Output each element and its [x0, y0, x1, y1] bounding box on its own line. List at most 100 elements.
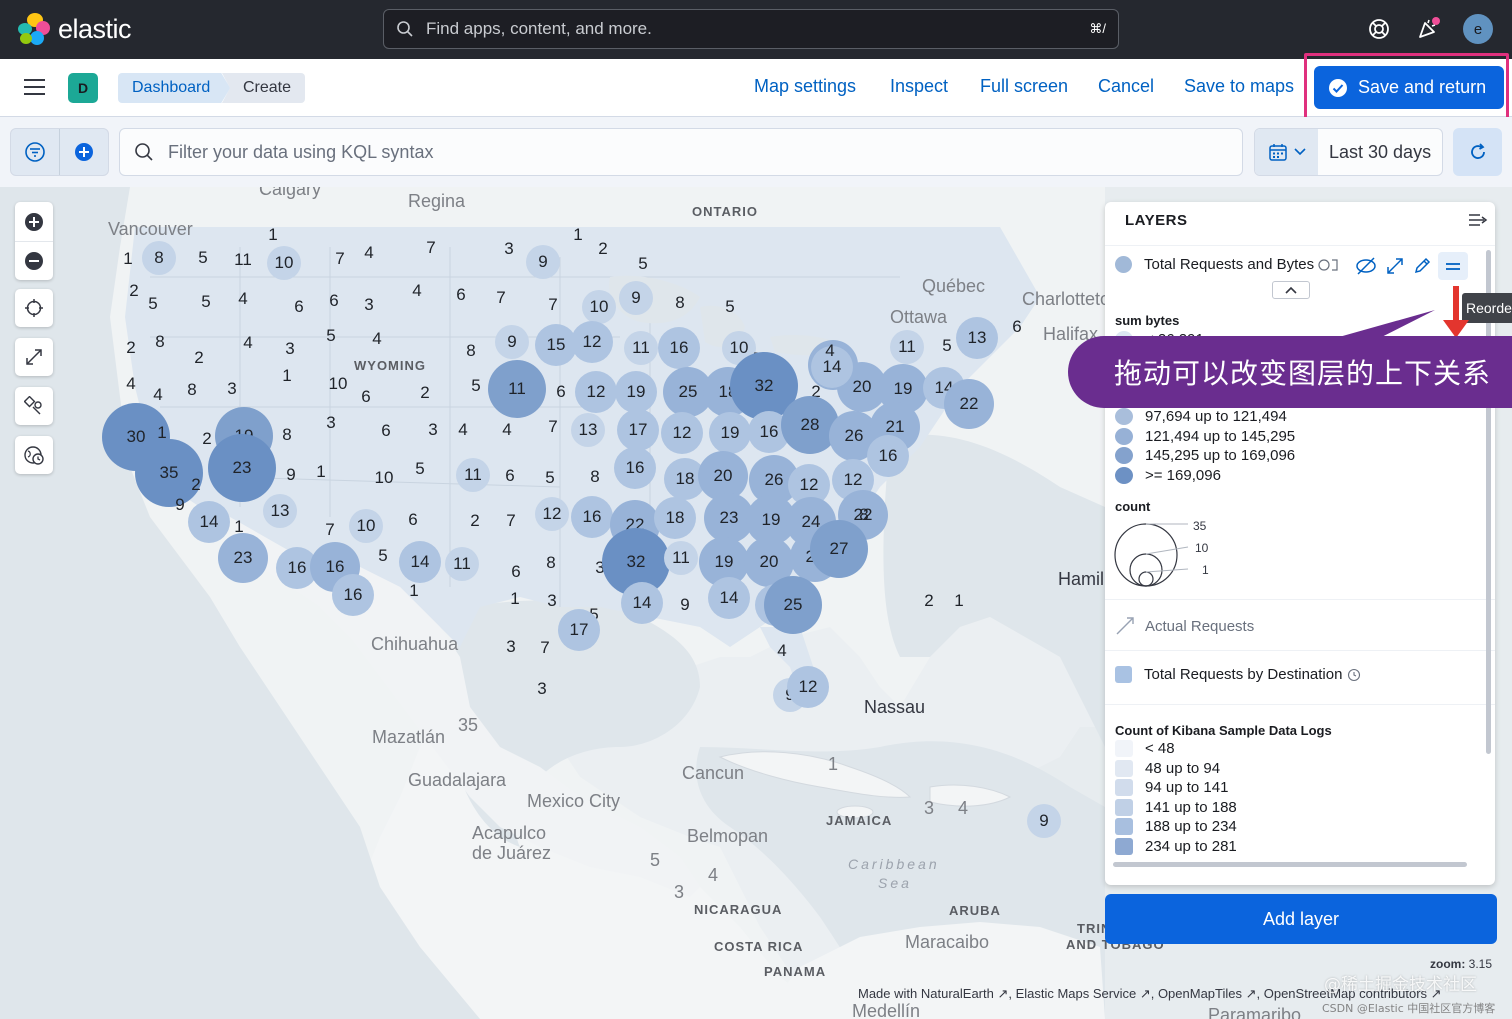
cluster-marker[interactable]: 5	[407, 456, 433, 482]
cluster-marker[interactable]: 8	[142, 241, 176, 275]
cluster-marker[interactable]: 6	[497, 463, 523, 489]
set-view-button[interactable]	[15, 289, 53, 327]
horizontal-scrollbar[interactable]	[1113, 862, 1467, 867]
cluster-marker[interactable]: 3	[219, 376, 245, 402]
cluster-marker[interactable]: 5	[630, 251, 656, 277]
inspect-link[interactable]: Inspect	[890, 76, 948, 97]
cluster-marker[interactable]: 9	[278, 462, 304, 488]
cluster-marker[interactable]: 6	[548, 379, 574, 405]
zoom-out-button[interactable]	[15, 241, 53, 280]
edit-layer-icon[interactable]	[1413, 257, 1433, 275]
cluster-marker[interactable]: 14	[708, 577, 750, 619]
cluster-marker[interactable]: 10	[349, 509, 383, 543]
cluster-marker[interactable]: 12	[535, 497, 569, 531]
cluster-marker[interactable]: 12	[575, 371, 617, 413]
cluster-marker[interactable]: 11	[664, 541, 698, 575]
cluster-marker[interactable]: 4	[494, 417, 520, 443]
cluster-marker[interactable]: 8	[147, 329, 173, 355]
cluster-marker[interactable]: 8	[538, 550, 564, 576]
cluster-marker[interactable]: 5	[537, 465, 563, 491]
cluster-marker[interactable]: 11	[456, 458, 490, 492]
elastic-logo[interactable]: elastic	[18, 13, 132, 45]
cluster-marker[interactable]: 8	[274, 422, 300, 448]
cluster-marker[interactable]: 3	[529, 676, 555, 702]
cluster-marker[interactable]: 6	[286, 294, 312, 320]
cluster-marker[interactable]: 1	[260, 222, 286, 248]
cluster-marker[interactable]: 3	[318, 410, 344, 436]
cluster-marker[interactable]: 17	[617, 409, 659, 451]
menu-icon[interactable]	[24, 79, 45, 95]
cluster-marker[interactable]: 3	[498, 634, 524, 660]
cluster-marker[interactable]: 6	[321, 288, 347, 314]
cancel-link[interactable]: Cancel	[1098, 76, 1154, 97]
cluster-marker[interactable]: 6	[353, 384, 379, 410]
cluster-marker[interactable]: 13	[571, 413, 605, 447]
cluster-marker[interactable]: 3	[420, 417, 446, 443]
cluster-marker[interactable]: 8	[667, 290, 693, 316]
cluster-marker[interactable]: 2	[462, 508, 488, 534]
full-screen-link[interactable]: Full screen	[980, 76, 1068, 97]
full-extent-button[interactable]	[15, 338, 53, 376]
cluster-marker[interactable]: 5	[717, 294, 743, 320]
save-to-maps-link[interactable]: Save to maps	[1184, 76, 1294, 97]
cluster-marker[interactable]: 9	[672, 592, 698, 618]
cluster-marker[interactable]: 13	[956, 317, 998, 359]
cluster-marker[interactable]: 7	[540, 292, 566, 318]
cluster-marker[interactable]: 16	[867, 435, 909, 477]
quick-menu-button[interactable]	[1255, 129, 1318, 175]
cluster-marker[interactable]: 6	[1004, 314, 1030, 340]
cluster-marker[interactable]: 19	[709, 412, 751, 454]
cluster-marker[interactable]: 4	[235, 330, 261, 356]
cluster-marker[interactable]: 23	[208, 434, 276, 502]
breadcrumb-dashboard[interactable]: Dashboard	[118, 73, 231, 103]
cluster-marker[interactable]: 6	[448, 282, 474, 308]
cluster-marker[interactable]: 1	[946, 588, 972, 614]
cluster-marker[interactable]: 6	[373, 418, 399, 444]
news-feed-icon[interactable]	[1413, 14, 1443, 44]
cluster-marker[interactable]: 9	[1027, 804, 1061, 838]
cluster-marker[interactable]: 1	[401, 578, 427, 604]
cluster-marker[interactable]: 1	[274, 363, 300, 389]
vertical-scrollbar[interactable]	[1486, 250, 1491, 754]
layer-actual-requests[interactable]: Actual Requests	[1115, 616, 1254, 636]
cluster-marker[interactable]: 16	[571, 496, 613, 538]
cluster-marker[interactable]: 10	[267, 246, 301, 280]
cluster-marker[interactable]: 10	[582, 290, 616, 324]
cluster-marker[interactable]: 8	[582, 464, 608, 490]
cluster-marker[interactable]: 4	[145, 382, 171, 408]
cluster-marker[interactable]: 11	[890, 330, 924, 364]
cluster-marker[interactable]: 4	[356, 240, 382, 266]
cluster-marker[interactable]: 4	[118, 371, 144, 397]
refresh-button[interactable]	[1453, 128, 1502, 176]
cluster-marker[interactable]: 5	[318, 323, 344, 349]
cluster-marker[interactable]: 2	[412, 380, 438, 406]
cluster-marker[interactable]: 6	[503, 559, 529, 585]
cluster-marker[interactable]: 16	[614, 447, 656, 489]
cluster-marker[interactable]: 4	[230, 286, 256, 312]
cluster-marker[interactable]: 8	[851, 502, 877, 528]
filter-options-button[interactable]	[11, 129, 60, 175]
cluster-marker[interactable]: 14	[399, 541, 441, 583]
cluster-marker[interactable]: 5	[463, 373, 489, 399]
cluster-marker[interactable]: 2	[590, 236, 616, 262]
cluster-marker[interactable]: 2	[916, 588, 942, 614]
cluster-marker[interactable]: 5	[370, 543, 396, 569]
cluster-marker[interactable]: 22	[944, 379, 994, 429]
cluster-marker[interactable]: 10	[325, 371, 351, 397]
space-avatar[interactable]: D	[68, 73, 98, 103]
cluster-marker[interactable]: 14	[621, 582, 663, 624]
cluster-marker[interactable]: 17	[558, 609, 600, 651]
map-settings-link[interactable]: Map settings	[754, 76, 856, 97]
cluster-marker[interactable]: 12	[661, 412, 703, 454]
cluster-marker[interactable]: 7	[418, 235, 444, 261]
cluster-marker[interactable]: 7	[532, 635, 558, 661]
cluster-marker[interactable]: 1	[565, 222, 591, 248]
cluster-marker[interactable]: 6	[400, 507, 426, 533]
cluster-marker[interactable]: 10	[371, 465, 397, 491]
cluster-marker[interactable]: 7	[488, 285, 514, 311]
cluster-marker[interactable]: 7	[317, 517, 343, 543]
cluster-marker[interactable]: 12	[571, 321, 613, 363]
cluster-marker[interactable]: 8	[179, 377, 205, 403]
cluster-marker[interactable]: 11	[445, 547, 479, 581]
cluster-marker[interactable]: 11	[624, 331, 658, 365]
